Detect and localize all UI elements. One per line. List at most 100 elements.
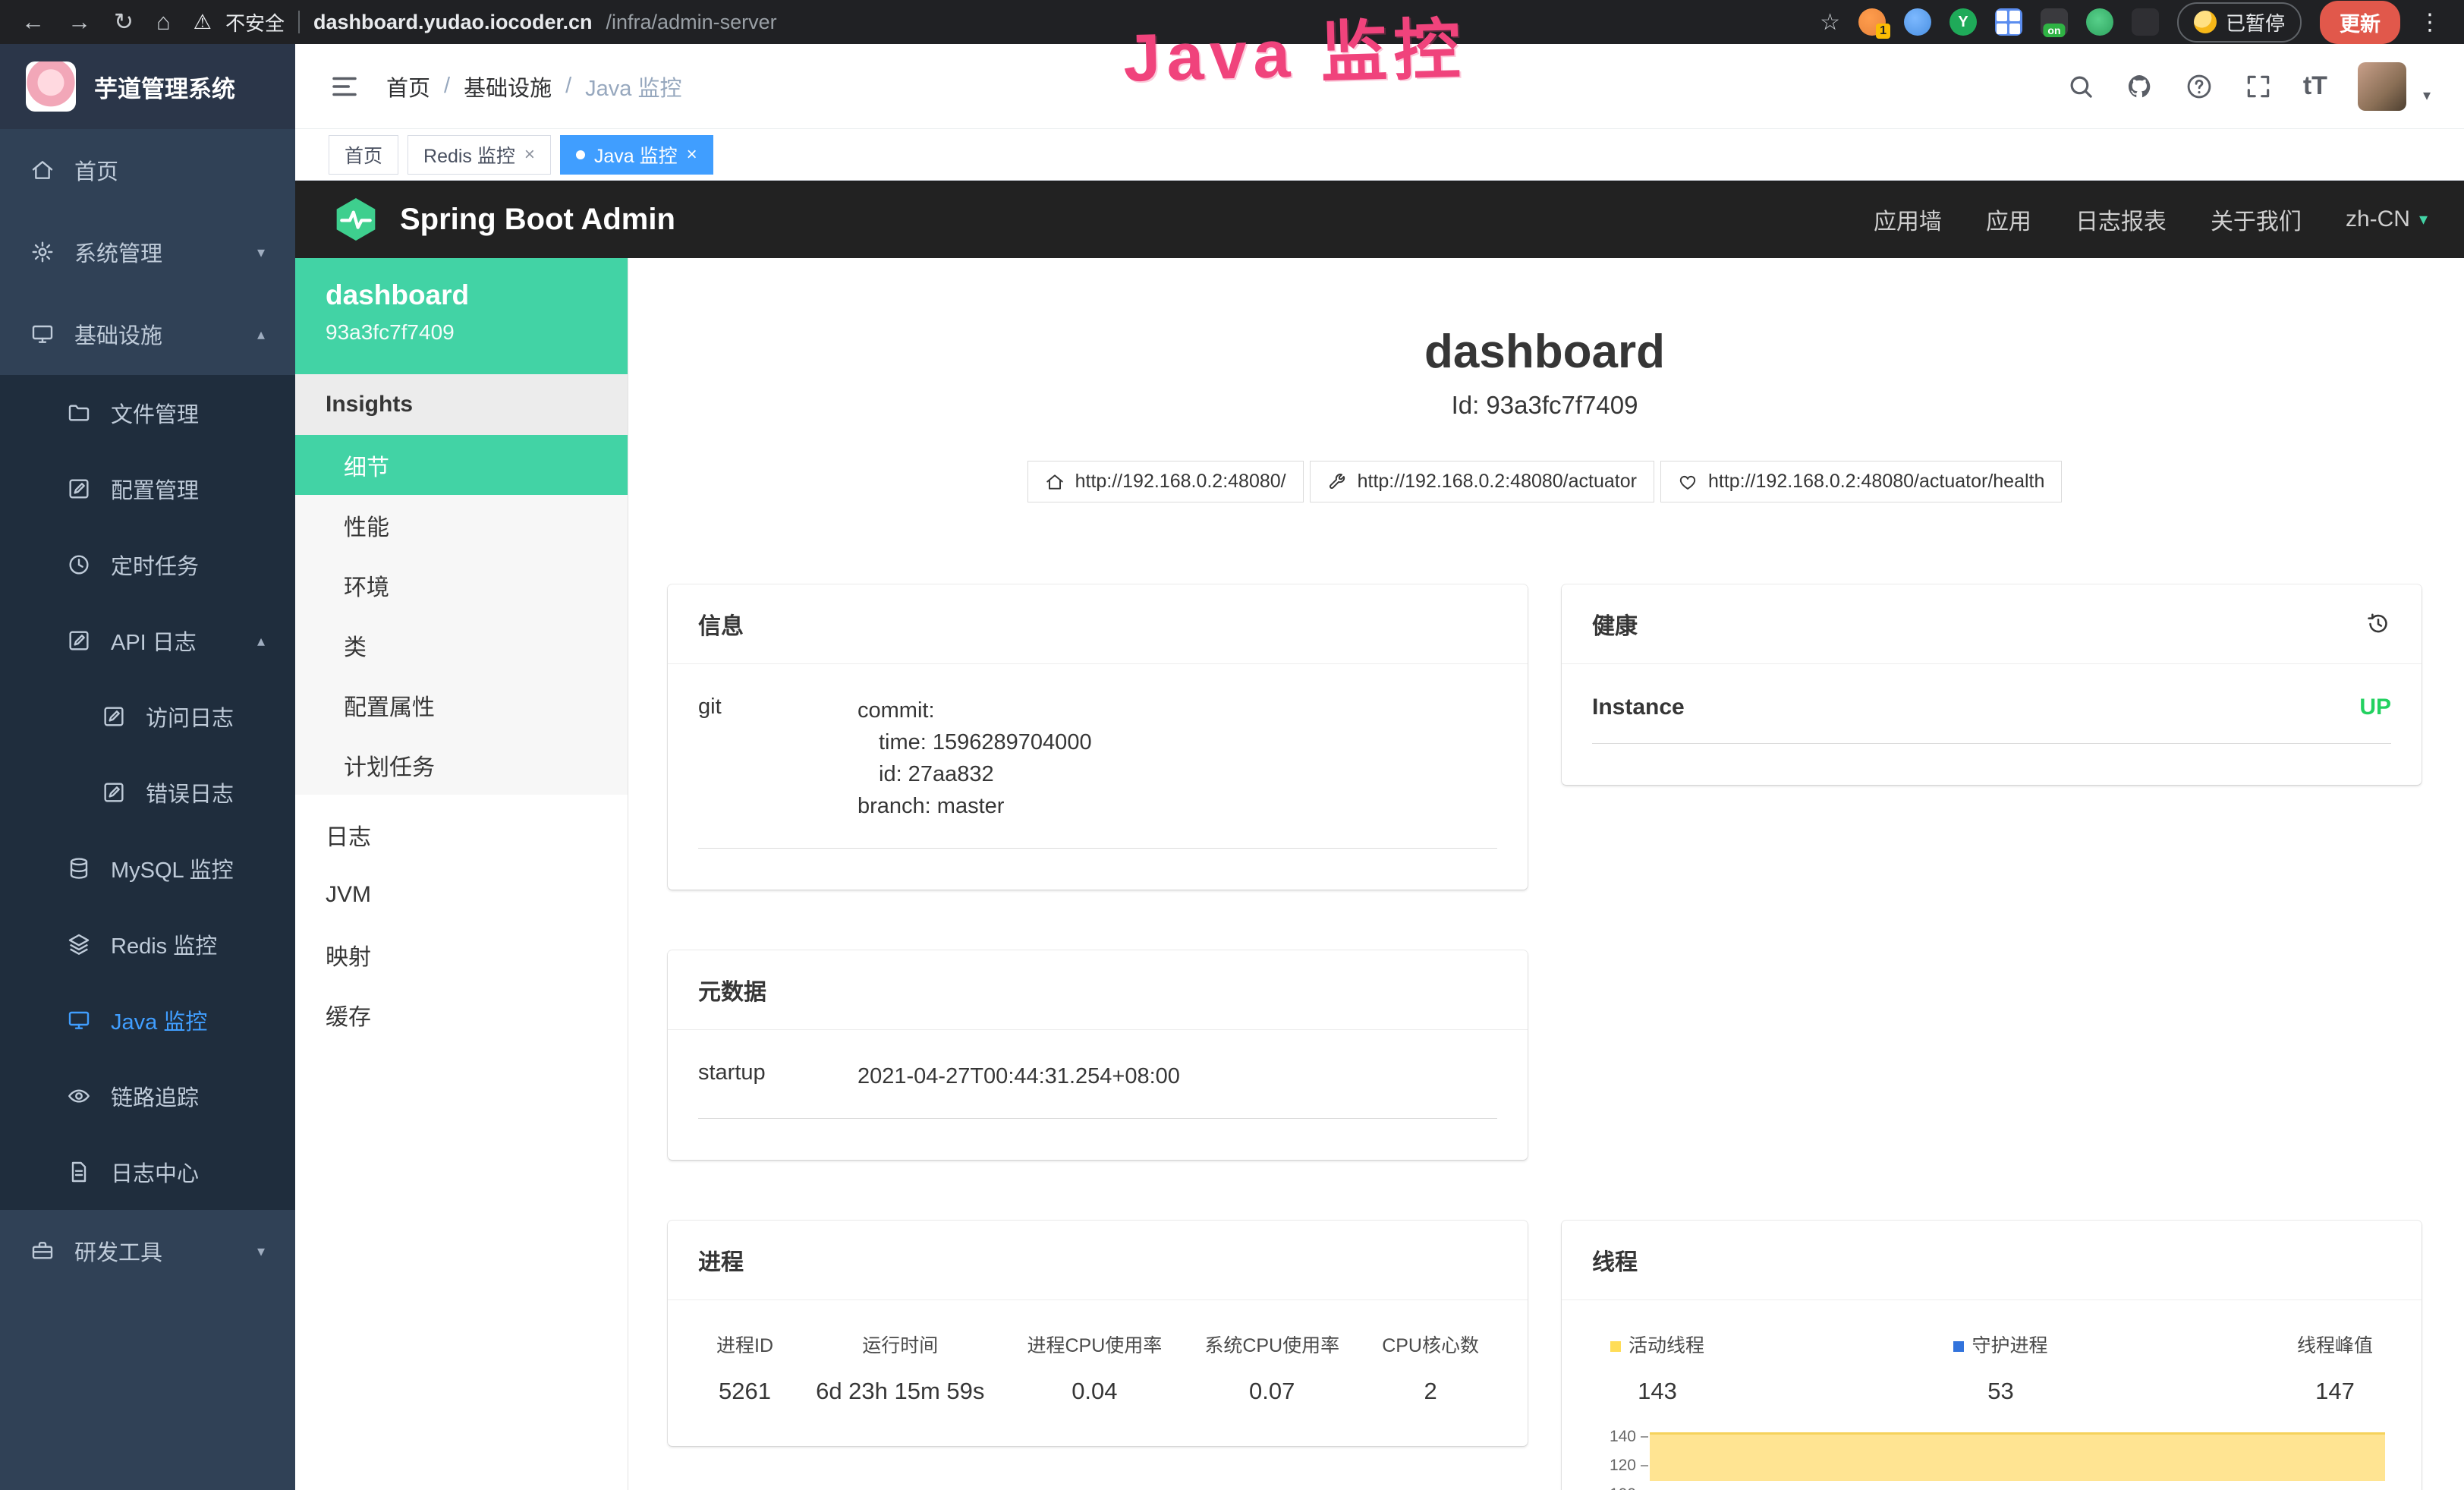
sidebar-item-home[interactable]: 首页 bbox=[0, 129, 295, 211]
sba-item-jvm[interactable]: JVM bbox=[295, 865, 628, 925]
browser-extension-icon[interactable]: 1 bbox=[1858, 8, 1886, 36]
sba-nav-about[interactable]: 关于我们 bbox=[2211, 203, 2302, 236]
browser-extension-icon[interactable] bbox=[1995, 8, 2022, 36]
card-title: 信息 bbox=[698, 607, 744, 641]
metadata-card-body: startup 2021-04-27T00:44:31.254+08:00 bbox=[668, 1030, 1528, 1160]
breadcrumb-infrastructure[interactable]: 基础设施 bbox=[464, 71, 552, 102]
sidebar-item-file-mgmt[interactable]: 文件管理 bbox=[0, 375, 295, 451]
table-row: Instance UP bbox=[1592, 695, 2391, 744]
toolbox-icon bbox=[30, 1239, 55, 1263]
active-tab-dot bbox=[576, 150, 585, 159]
tab-home[interactable]: 首页 bbox=[329, 135, 398, 175]
sidebar-item-api-logs[interactable]: API 日志▴ bbox=[0, 603, 295, 679]
browser-extension-icon[interactable] bbox=[1904, 8, 1931, 36]
sidebar-item-log-center[interactable]: 日志中心 bbox=[0, 1134, 295, 1210]
browser-extension-icon[interactable] bbox=[2086, 8, 2113, 36]
paused-badge[interactable]: 已暂停 bbox=[2177, 2, 2302, 43]
sidebar-item-scheduled-jobs[interactable]: 定时任务 bbox=[0, 527, 295, 603]
avatar[interactable] bbox=[2358, 62, 2406, 111]
sba-item-details[interactable]: 细节 bbox=[295, 435, 628, 495]
health-url-link[interactable]: http://192.168.0.2:48080/actuator/health bbox=[1660, 461, 2062, 502]
service-url-link[interactable]: http://192.168.0.2:48080/ bbox=[1027, 461, 1304, 502]
app-logo-row[interactable]: 芋道管理系统 bbox=[0, 44, 295, 129]
navbar-actions: tT ▾ bbox=[2066, 62, 2431, 111]
tab-close-icon[interactable]: × bbox=[687, 144, 697, 165]
process-card-body: 进程ID5261 运行时间6d 23h 15m 59s 进程CPU使用率0.04… bbox=[668, 1300, 1528, 1446]
sba-item-metrics[interactable]: 性能 bbox=[295, 495, 628, 555]
tick-mark bbox=[1641, 1436, 1648, 1438]
sidebar-item-config-mgmt[interactable]: 配置管理 bbox=[0, 451, 295, 527]
font-size-icon[interactable]: tT bbox=[2303, 71, 2327, 101]
hamburger-icon[interactable] bbox=[329, 71, 360, 102]
sba-nav-wallboard[interactable]: 应用墙 bbox=[1874, 203, 1942, 236]
stat-system-cpu: 系统CPU使用率0.07 bbox=[1204, 1331, 1339, 1405]
home-icon bbox=[1045, 472, 1065, 492]
browser-toolbar-right: ☆ 1 Y on 已暂停 更新 ⋮ bbox=[1820, 1, 2443, 44]
sba-header: Spring Boot Admin 应用墙 应用 日志报表 关于我们 zh-CN… bbox=[295, 181, 2464, 258]
sidebar-item-mysql-monitor[interactable]: MySQL 监控 bbox=[0, 830, 295, 906]
document-icon bbox=[67, 628, 91, 653]
info-card: 信息 git commit: time: 1596289704000 id: 2… bbox=[668, 584, 1528, 890]
sba-insights-group: 细节 性能 环境 类 配置属性 计划任务 bbox=[295, 435, 628, 795]
tab-redis-monitor[interactable]: Redis 监控× bbox=[408, 135, 551, 175]
browser-extension-icon[interactable] bbox=[2132, 8, 2159, 36]
threads-legend: 活动线程143 守护进程53 线程峰值147 bbox=[1592, 1331, 2391, 1405]
actuator-url-link[interactable]: http://192.168.0.2:48080/actuator bbox=[1310, 461, 1654, 502]
chart-y-axis: 140 120 100 bbox=[1592, 1428, 1648, 1490]
fullscreen-icon[interactable] bbox=[2244, 72, 2273, 101]
instance-links: http://192.168.0.2:48080/ http://192.168… bbox=[668, 461, 2422, 502]
instance-header[interactable]: dashboard 93a3fc7f7409 bbox=[295, 258, 628, 374]
card-title: 健康 bbox=[1592, 607, 1638, 641]
tab-java-monitor[interactable]: Java 监控× bbox=[560, 135, 713, 175]
sba-nav-journal[interactable]: 日志报表 bbox=[2075, 203, 2167, 236]
caret-down-icon[interactable]: ▾ bbox=[2423, 86, 2431, 111]
heart-icon bbox=[1678, 472, 1698, 492]
sidebar-item-access-logs[interactable]: 访问日志 bbox=[0, 679, 295, 754]
sidebar-item-redis-monitor[interactable]: Redis 监控 bbox=[0, 906, 295, 982]
sidebar-item-error-logs[interactable]: 错误日志 bbox=[0, 754, 295, 830]
status-badge: UP bbox=[2359, 695, 2391, 720]
back-icon[interactable]: ← bbox=[21, 8, 45, 36]
active-threads-area bbox=[1650, 1432, 2385, 1481]
breadcrumb-home[interactable]: 首页 bbox=[386, 71, 430, 102]
bookmark-star-icon[interactable]: ☆ bbox=[1820, 9, 1840, 36]
update-button[interactable]: 更新 bbox=[2320, 1, 2400, 44]
sba-item-scheduled-tasks[interactable]: 计划任务 bbox=[295, 735, 628, 795]
help-icon[interactable] bbox=[2185, 72, 2214, 101]
reload-icon[interactable]: ↻ bbox=[114, 8, 134, 36]
sidebar-item-java-monitor[interactable]: Java 监控 bbox=[0, 982, 295, 1058]
sidebar-item-system-mgmt[interactable]: 系统管理▾ bbox=[0, 211, 295, 293]
threads-card-header: 线程 bbox=[1562, 1221, 2422, 1300]
process-card: 进程 进程ID5261 运行时间6d 23h 15m 59s 进程CPU使用率0… bbox=[668, 1221, 1528, 1446]
browser-extension-icon[interactable]: Y bbox=[1949, 8, 1977, 36]
sba-item-caches[interactable]: 缓存 bbox=[295, 984, 628, 1044]
sidebar-submenu-infrastructure: 文件管理 配置管理 定时任务 API 日志▴ 访问日志 错误日志 MySQL 监… bbox=[0, 375, 295, 1210]
extension-on-badge: on bbox=[2043, 24, 2065, 37]
sba-item-logs[interactable]: 日志 bbox=[295, 805, 628, 865]
breadcrumb-separator: / bbox=[444, 74, 450, 99]
sidebar-item-infrastructure[interactable]: 基础设施▴ bbox=[0, 293, 295, 375]
stat-cpu-cores: CPU核心数2 bbox=[1382, 1331, 1479, 1405]
home-nav-icon[interactable]: ⌂ bbox=[156, 8, 171, 36]
sba-item-classes[interactable]: 类 bbox=[295, 615, 628, 675]
tab-close-icon[interactable]: × bbox=[524, 144, 535, 165]
sba-nav-applications[interactable]: 应用 bbox=[1986, 203, 2031, 236]
sba-locale-select[interactable]: zh-CN▾ bbox=[2346, 206, 2428, 232]
github-icon[interactable] bbox=[2126, 72, 2154, 101]
sba-item-config-props[interactable]: 配置属性 bbox=[295, 675, 628, 735]
row-key: startup bbox=[698, 1060, 858, 1092]
browser-extension-icon[interactable]: on bbox=[2041, 8, 2068, 36]
sidebar-item-dev-tools[interactable]: 研发工具▾ bbox=[0, 1210, 295, 1292]
stat-uptime: 运行时间6d 23h 15m 59s bbox=[816, 1331, 984, 1405]
sidebar-item-trace[interactable]: 链路追踪 bbox=[0, 1058, 295, 1134]
sba-item-mappings[interactable]: 映射 bbox=[295, 925, 628, 984]
monitor-icon bbox=[30, 322, 55, 346]
browser-menu-icon[interactable]: ⋮ bbox=[2418, 9, 2443, 36]
forward-icon[interactable]: → bbox=[68, 8, 91, 36]
address-bar[interactable]: ⚠ 不安全 dashboard.yudao.iocoder.cn/infra/a… bbox=[194, 8, 777, 36]
legend-swatch-yellow bbox=[1610, 1341, 1621, 1352]
sba-item-environment[interactable]: 环境 bbox=[295, 555, 628, 615]
layers-icon bbox=[67, 932, 91, 956]
search-icon[interactable] bbox=[2066, 72, 2095, 101]
history-icon[interactable] bbox=[2365, 611, 2391, 637]
